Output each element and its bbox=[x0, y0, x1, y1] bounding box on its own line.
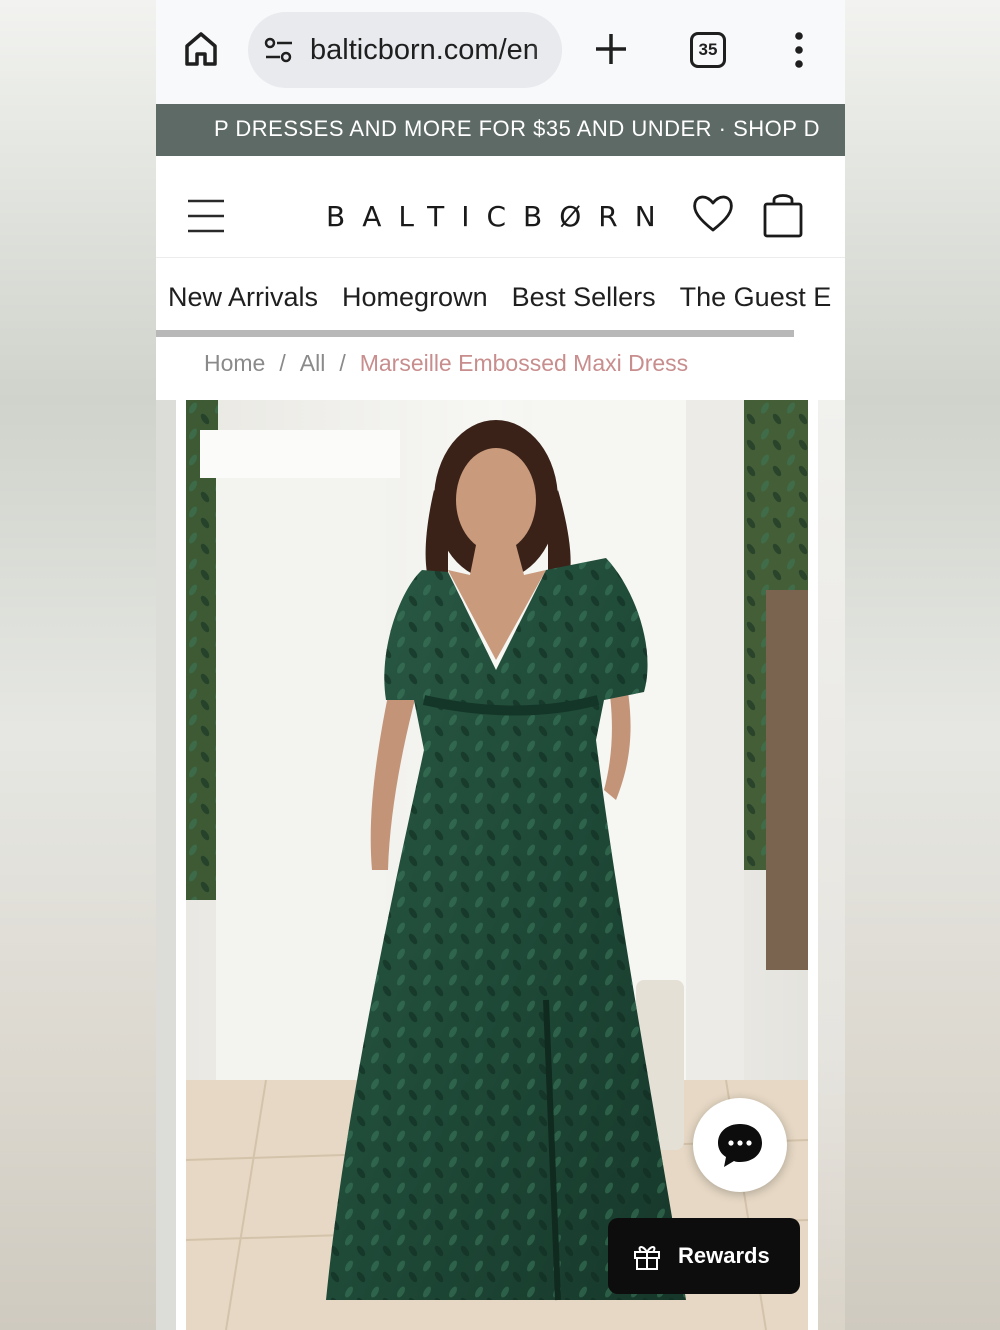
breadcrumb-separator: / bbox=[279, 350, 286, 376]
more-vert-icon bbox=[795, 32, 803, 68]
chat-bubble-icon bbox=[718, 1124, 762, 1167]
next-slide-peek[interactable] bbox=[818, 400, 845, 1330]
url-text[interactable]: balticborn.com/en bbox=[310, 34, 539, 67]
browser-toolbar: balticborn.com/en 35 bbox=[156, 0, 845, 104]
product-photo-illustration bbox=[186, 400, 808, 1330]
nav-items: New Arrivals Homegrown Best Sellers The … bbox=[168, 282, 845, 313]
tab-count: 35 bbox=[698, 40, 718, 59]
nav-item-new-arrivals[interactable]: New Arrivals bbox=[168, 282, 318, 313]
plus-icon bbox=[596, 34, 626, 64]
home-button[interactable] bbox=[182, 30, 220, 68]
previous-slide-peek[interactable] bbox=[156, 400, 176, 1330]
heart-icon bbox=[693, 195, 733, 232]
home-icon bbox=[185, 32, 217, 66]
backdrop-left bbox=[0, 0, 156, 1330]
hamburger-menu-icon bbox=[188, 199, 224, 233]
chat-button[interactable] bbox=[693, 1098, 787, 1192]
breadcrumb-all[interactable]: All bbox=[300, 350, 326, 377]
more-options-button[interactable] bbox=[788, 30, 810, 70]
site-logo[interactable]: BALTICBØRN bbox=[326, 200, 673, 233]
promo-banner[interactable]: P DRESSES AND MORE FOR $35 AND UNDER · S… bbox=[156, 104, 845, 156]
mobile-viewport: balticborn.com/en 35 P DRESSES AND MORE … bbox=[156, 0, 845, 1330]
new-tab-button[interactable] bbox=[592, 30, 630, 68]
category-nav: New Arrivals Homegrown Best Sellers The … bbox=[156, 258, 845, 338]
nav-item-the-guest-edit[interactable]: The Guest E bbox=[680, 282, 832, 313]
site-header: BALTICBØRN bbox=[156, 156, 845, 258]
menu-button[interactable] bbox=[187, 198, 225, 234]
gift-icon bbox=[634, 1246, 660, 1270]
wishlist-button[interactable] bbox=[691, 192, 735, 234]
shopping-bag-icon bbox=[763, 194, 803, 238]
cart-button[interactable] bbox=[761, 190, 805, 240]
backdrop-right bbox=[845, 0, 1000, 1330]
address-bar[interactable]: balticborn.com/en bbox=[248, 12, 562, 88]
rewards-label: Rewards bbox=[678, 1243, 770, 1268]
tab-switcher-button[interactable]: 35 bbox=[690, 32, 726, 68]
rewards-button[interactable]: Rewards bbox=[608, 1218, 800, 1294]
product-photo[interactable] bbox=[186, 400, 808, 1330]
breadcrumb-current: Marseille Embossed Maxi Dress bbox=[359, 350, 689, 376]
breadcrumb: Home / All / Marseille Embossed Maxi Dre… bbox=[204, 350, 688, 377]
breadcrumb-separator: / bbox=[339, 350, 346, 376]
site-settings-icon[interactable] bbox=[262, 33, 296, 67]
nav-scrollbar-thumb[interactable] bbox=[156, 330, 794, 337]
url-fade bbox=[532, 12, 562, 88]
promo-text: P DRESSES AND MORE FOR $35 AND UNDER · S… bbox=[214, 116, 821, 141]
nav-item-homegrown[interactable]: Homegrown bbox=[342, 282, 488, 313]
breadcrumb-home[interactable]: Home bbox=[204, 350, 265, 377]
nav-item-best-sellers[interactable]: Best Sellers bbox=[512, 282, 656, 313]
